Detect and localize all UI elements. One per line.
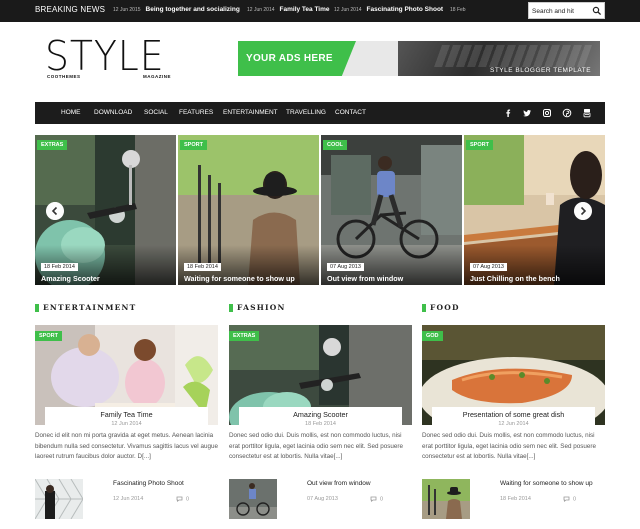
logo-right-subtitle: MAGAZINE — [143, 74, 171, 79]
mini-post-comments[interactable]: 0 — [176, 496, 189, 502]
post-excerpt: Donec id elit non mi porta gravida at eg… — [35, 432, 218, 460]
mini-post[interactable]: Fascinating Photo Shoot 12 Jun 2014 0 — [35, 479, 218, 519]
post-title-card: Family Tea Time 12 Jun 2014 — [45, 407, 208, 429]
search-box — [528, 2, 605, 19]
ad-keyboard-pattern — [433, 45, 593, 67]
post-date: 12 Jun 2014 — [111, 421, 142, 427]
ticker-item[interactable]: 12 Jun 2014 Family Tea Time — [247, 6, 330, 13]
breaking-news-label: Breaking News — [35, 5, 106, 14]
section-food: Food God Presentation of some great dish… — [422, 303, 605, 529]
search-input[interactable] — [532, 5, 590, 17]
youtube-icon[interactable] — [582, 108, 592, 118]
post-excerpt: Donec sed odio dui. Duis mollis, est non… — [229, 432, 403, 460]
post-excerpt: Donec sed odio dui. Duis mollis, est non… — [422, 432, 596, 460]
category-badge[interactable]: Extras — [37, 140, 68, 150]
mini-post-thumbnail[interactable] — [229, 479, 277, 519]
nav-item-social[interactable]: Social — [144, 109, 168, 116]
ad-banner[interactable]: YOUR ADS HERE STYLE BLOGGER TEMPLATE — [238, 41, 600, 76]
slide[interactable]: Cool 07 Aug 2013 Out view from window — [321, 135, 462, 285]
slide-date: 18 Feb 2014 — [41, 263, 78, 271]
mini-post-date: 18 Feb 2014 — [500, 496, 531, 502]
nav-item-features[interactable]: Features — [179, 109, 213, 116]
section-title[interactable]: Entertainment — [43, 303, 136, 312]
mini-post-title[interactable]: Waiting for someone to show up — [500, 480, 593, 487]
post-title[interactable]: Family Tea Time — [45, 410, 208, 419]
comment-icon — [176, 496, 183, 502]
mini-post-comments[interactable]: 0 — [563, 496, 576, 502]
ticker-item[interactable]: 12 Jun 2014 Fascinating Photo Shoot — [334, 6, 443, 13]
pinterest-icon[interactable] — [562, 108, 572, 118]
slide[interactable]: Sport 18 Feb 2014 Waiting for someone to… — [178, 135, 319, 285]
heading-accent — [229, 304, 233, 312]
slide-date: 18 Feb 2014 — [184, 263, 221, 271]
post-title[interactable]: Presentation of some great dish — [432, 410, 595, 419]
section-fashion: Fashion Extras Amazing Scooter 18 Feb 20… — [229, 303, 412, 529]
slide-title[interactable]: Out view from window — [327, 274, 403, 283]
category-badge[interactable]: Sport — [180, 140, 207, 150]
slide-date: 07 Aug 2013 — [470, 263, 507, 271]
mini-post[interactable]: Waiting for someone to show up 18 Feb 20… — [422, 479, 605, 519]
post-title-card: Amazing Scooter 18 Feb 2014 — [239, 407, 402, 429]
site-logo[interactable]: STYLE COOTHEMES MAGAZINE — [45, 36, 175, 82]
logo-wordmark: STYLE — [45, 32, 165, 80]
featured-slider: Extras 18 Feb 2014 Amazing Scooter Sport… — [35, 135, 605, 285]
category-badge[interactable]: Sport — [466, 140, 493, 150]
category-badge[interactable]: Cool — [323, 140, 347, 150]
facebook-icon[interactable] — [503, 108, 513, 118]
nav-item-entertainment[interactable]: Entertainment — [223, 109, 278, 116]
instagram-icon[interactable] — [542, 108, 552, 118]
mini-post[interactable]: Out view from window 07 Aug 2013 0 — [229, 479, 412, 519]
main-nav: Home Download Social Features Entertainm… — [35, 102, 605, 124]
section-title[interactable]: Food — [430, 303, 460, 312]
slide-title[interactable]: Amazing Scooter — [41, 274, 100, 283]
search-icon[interactable] — [592, 6, 602, 16]
ad-caption: STYLE BLOGGER TEMPLATE — [490, 67, 592, 74]
mini-post-title[interactable]: Out view from window — [307, 480, 371, 487]
section-title[interactable]: Fashion — [237, 303, 286, 312]
slide-date: 07 Aug 2013 — [327, 263, 364, 271]
post-title-card: Presentation of some great dish 12 Jun 2… — [432, 407, 595, 429]
thumb-woman-hat — [422, 479, 470, 519]
breaking-news-bar: Breaking News 12 Jun 2015 Being together … — [0, 0, 640, 22]
mini-post-comments[interactable]: 0 — [370, 496, 383, 502]
nav-item-contact[interactable]: Contact — [335, 109, 366, 116]
post-title[interactable]: Amazing Scooter — [239, 410, 402, 419]
twitter-icon[interactable] — [522, 108, 532, 118]
ticker-item[interactable]: 12 Jun 2015 Being together and socializin… — [113, 6, 240, 13]
mini-post-date: 07 Aug 2013 — [307, 496, 338, 502]
ticker-item[interactable]: 18 Feb — [450, 6, 471, 13]
comment-icon — [563, 496, 570, 502]
heading-accent — [422, 304, 426, 312]
thumb-photo-shoot — [35, 479, 83, 519]
comment-icon — [370, 496, 377, 502]
post-date: 18 Feb 2014 — [305, 421, 336, 427]
slider-prev-arrow-icon[interactable] — [46, 202, 64, 220]
nav-item-download[interactable]: Download — [94, 109, 132, 116]
logo-left-subtitle: COOTHEMES — [47, 74, 81, 79]
nav-item-travelling[interactable]: Travelling — [286, 109, 326, 116]
category-badge[interactable]: God — [422, 331, 443, 341]
slider-next-arrow-icon[interactable] — [574, 202, 592, 220]
post-date: 12 Jun 2014 — [498, 421, 529, 427]
slide-title[interactable]: Waiting for someone to show up — [184, 274, 295, 283]
thumb-cyclist — [229, 479, 277, 519]
mini-post-title[interactable]: Fascinating Photo Shoot — [113, 480, 184, 487]
category-badge[interactable]: Extras — [229, 331, 260, 341]
ad-text: YOUR ADS HERE — [246, 53, 333, 64]
mini-post-thumbnail[interactable] — [422, 479, 470, 519]
slide-title[interactable]: Just Chilling on the bench — [470, 274, 560, 283]
nav-item-home[interactable]: Home — [61, 109, 81, 116]
section-entertainment: Entertainment Sport Family Tea Time 12 J… — [35, 303, 218, 529]
category-badge[interactable]: Sport — [35, 331, 62, 341]
mini-post-date: 12 Jun 2014 — [113, 496, 144, 502]
heading-accent — [35, 304, 39, 312]
mini-post-thumbnail[interactable] — [35, 479, 83, 519]
